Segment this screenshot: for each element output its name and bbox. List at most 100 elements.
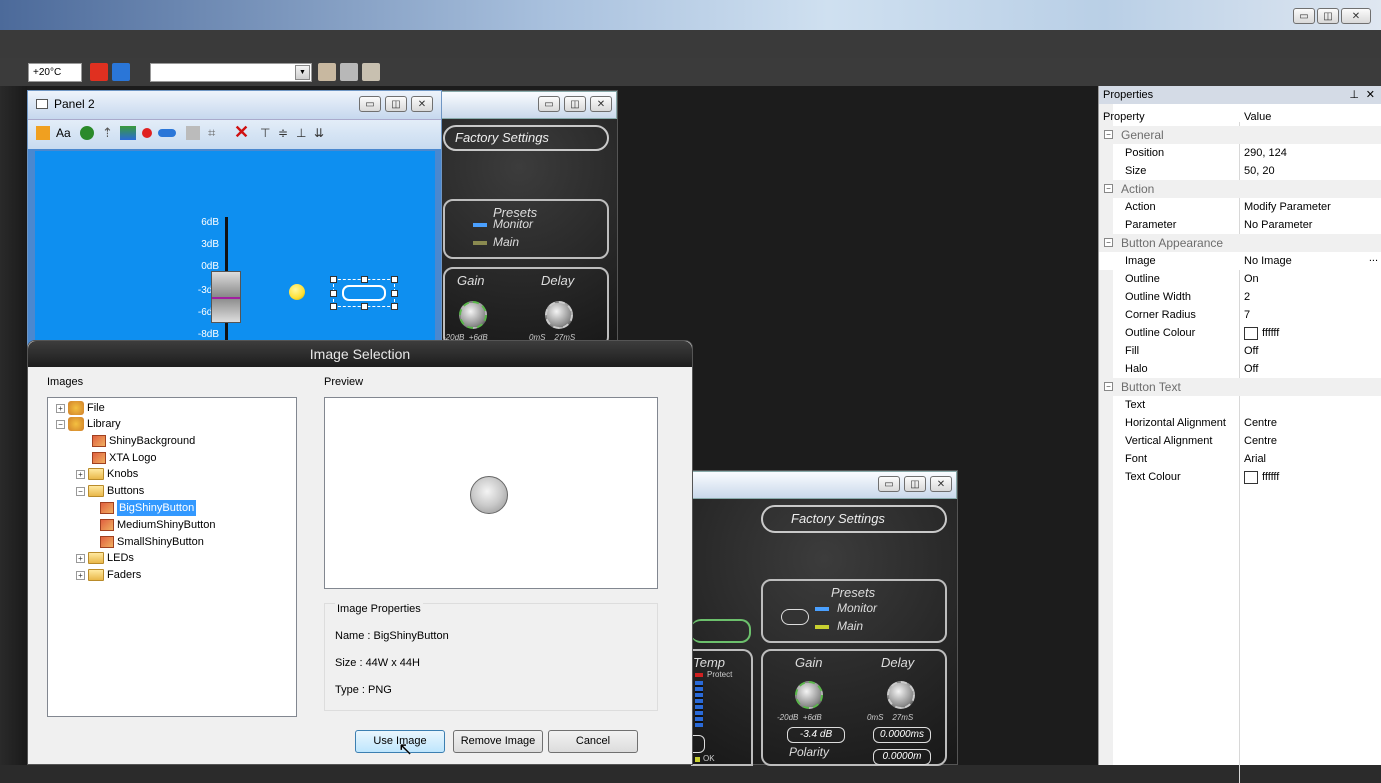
collapse-icon[interactable]: − (1104, 130, 1113, 139)
maximize-button[interactable]: ◫ (564, 96, 586, 112)
pin-icon[interactable]: ⊥ (1349, 86, 1359, 104)
align-bottom-icon[interactable]: ⊥ (296, 126, 306, 140)
collapse-icon[interactable]: − (76, 486, 85, 496)
property-value[interactable]: 290, 124 (1244, 144, 1287, 162)
property-category-button-appearance[interactable]: − Button Appearance (1099, 234, 1381, 252)
property-value[interactable]: Centre (1244, 432, 1277, 450)
delay-value-field[interactable]: 0.0000ms (873, 727, 931, 743)
property-value[interactable]: Centre (1244, 414, 1277, 432)
expand-icon[interactable]: + (76, 570, 85, 580)
remove-image-button[interactable]: Remove Image (453, 730, 543, 753)
close-button[interactable]: ✕ (411, 96, 433, 112)
panel-2-canvas[interactable]: 6dB 3dB 0dB -3dB -6dB -8dB (35, 151, 435, 351)
tree-item-shinybackground[interactable]: ShinyBackground (92, 433, 195, 449)
gain-knob[interactable] (795, 681, 823, 709)
property-row-vertical-alignment[interactable]: Vertical Alignment Centre (1099, 432, 1381, 450)
tree-item-xta-logo[interactable]: XTA Logo (92, 450, 157, 466)
tree-item-smallshinybutton[interactable]: SmallShinyButton (100, 534, 204, 550)
property-value[interactable]: No Parameter (1244, 216, 1312, 234)
maximize-button[interactable]: ◫ (385, 96, 407, 112)
property-row-size[interactable]: Size 50, 20 (1099, 162, 1381, 180)
cancel-button[interactable]: Cancel (548, 730, 638, 753)
temperature-field[interactable]: +20°C (28, 63, 82, 82)
close-button[interactable]: ✕ (930, 476, 952, 492)
collapse-icon[interactable]: − (56, 419, 65, 429)
preset-button[interactable] (781, 609, 809, 625)
property-row-image[interactable]: Image No Image... (1099, 252, 1381, 270)
align-top-icon[interactable]: ⊤ (260, 126, 270, 140)
align-distribute-icon[interactable]: ⇊ (314, 126, 324, 140)
expand-icon[interactable]: + (76, 553, 85, 563)
tree-item-mediumshinybutton[interactable]: MediumShinyButton (100, 517, 215, 533)
button-tool-icon[interactable] (158, 129, 176, 137)
property-row-action[interactable]: Action Modify Parameter (1099, 198, 1381, 216)
property-row-corner-radius[interactable]: Corner Radius 7 (1099, 306, 1381, 324)
fader-tool-icon[interactable]: ⇡ (102, 125, 113, 141)
tree-item-bigshinybutton[interactable]: BigShinyButton (100, 500, 197, 516)
expand-icon[interactable]: + (56, 403, 65, 413)
property-value[interactable]: Off (1244, 342, 1258, 360)
network-icon[interactable] (318, 63, 336, 81)
property-value[interactable]: No Image (1244, 252, 1292, 270)
delay-knob[interactable] (887, 681, 915, 709)
property-category-button-text[interactable]: − Button Text (1099, 378, 1381, 396)
property-row-halo[interactable]: Halo Off (1099, 360, 1381, 378)
maximize-button[interactable]: ◫ (904, 476, 926, 492)
property-value[interactable]: 50, 20 (1244, 162, 1275, 180)
property-value[interactable]: Off (1244, 360, 1258, 378)
collapse-icon[interactable]: − (1104, 238, 1113, 247)
property-value[interactable]: ffffff (1244, 468, 1279, 486)
property-value[interactable]: On (1244, 270, 1259, 288)
close-icon[interactable]: ✕ (1366, 86, 1375, 104)
distance-value-field[interactable]: 0.0000m (873, 749, 931, 765)
property-row-outline[interactable]: Outline On (1099, 270, 1381, 288)
property-row-font[interactable]: Font Arial (1099, 450, 1381, 468)
pointer-tool-icon[interactable] (36, 126, 50, 140)
align-middle-icon[interactable]: ≑ (278, 126, 288, 140)
collapse-icon[interactable]: − (1104, 382, 1113, 391)
fader-handle[interactable] (211, 271, 241, 323)
led-tool-icon[interactable] (142, 128, 152, 138)
property-value[interactable]: 2 (1244, 288, 1250, 306)
property-row-text[interactable]: Text (1099, 396, 1381, 414)
maximize-button[interactable]: ◫ (1317, 8, 1339, 24)
heat-plus-icon[interactable] (90, 63, 108, 81)
browse-ellipsis-button[interactable]: ... (1369, 249, 1378, 267)
property-category-action[interactable]: − Action (1099, 180, 1381, 198)
text-tool-icon[interactable]: Aa (56, 126, 71, 140)
delete-icon[interactable]: ✕ (234, 122, 249, 143)
factory-settings-button[interactable]: Factory Settings (761, 505, 947, 533)
image-tool-icon[interactable] (120, 126, 136, 140)
close-button[interactable]: ✕ (1341, 8, 1371, 24)
close-button[interactable]: ✕ (590, 96, 612, 112)
property-row-horizontal-alignment[interactable]: Horizontal Alignment Centre (1099, 414, 1381, 432)
group-tool-icon[interactable]: ⌗ (208, 125, 215, 141)
meter-tool-icon[interactable] (186, 126, 200, 140)
property-row-text-colour[interactable]: Text Colour ffffff (1099, 468, 1381, 486)
knob-tool-icon[interactable] (80, 126, 94, 140)
chevron-down-icon[interactable]: ▼ (295, 65, 310, 80)
property-value[interactable]: 7 (1244, 306, 1250, 324)
property-value[interactable]: ffffff (1244, 324, 1279, 342)
collapse-icon[interactable]: − (1104, 184, 1113, 193)
expand-icon[interactable]: + (76, 469, 85, 479)
tree-item-faders[interactable]: + Faders (76, 567, 141, 583)
tree-item-library[interactable]: − Library (56, 416, 121, 432)
property-row-position[interactable]: Position 290, 124 (1099, 144, 1381, 162)
gain-knob[interactable] (459, 301, 487, 329)
tree-item-leds[interactable]: + LEDs (76, 550, 134, 566)
channel-selector[interactable] (691, 619, 751, 643)
devices-icon[interactable] (362, 63, 380, 81)
selected-button[interactable] (342, 285, 386, 301)
factory-settings-button[interactable]: Factory Settings (443, 125, 609, 151)
property-row-outline-colour[interactable]: Outline Colour ffffff (1099, 324, 1381, 342)
property-row-parameter[interactable]: Parameter No Parameter (1099, 216, 1381, 234)
property-row-outline-width[interactable]: Outline Width 2 (1099, 288, 1381, 306)
selection-box[interactable] (330, 276, 398, 310)
device-icon[interactable] (340, 63, 358, 81)
tree-item-buttons[interactable]: − Buttons (76, 483, 144, 499)
toolbar-combo[interactable]: ▼ (150, 63, 312, 82)
property-row-fill[interactable]: Fill Off (1099, 342, 1381, 360)
image-tree[interactable]: + File − Library ShinyBackground XTA Logo … (47, 397, 297, 717)
delay-knob[interactable] (545, 301, 573, 329)
